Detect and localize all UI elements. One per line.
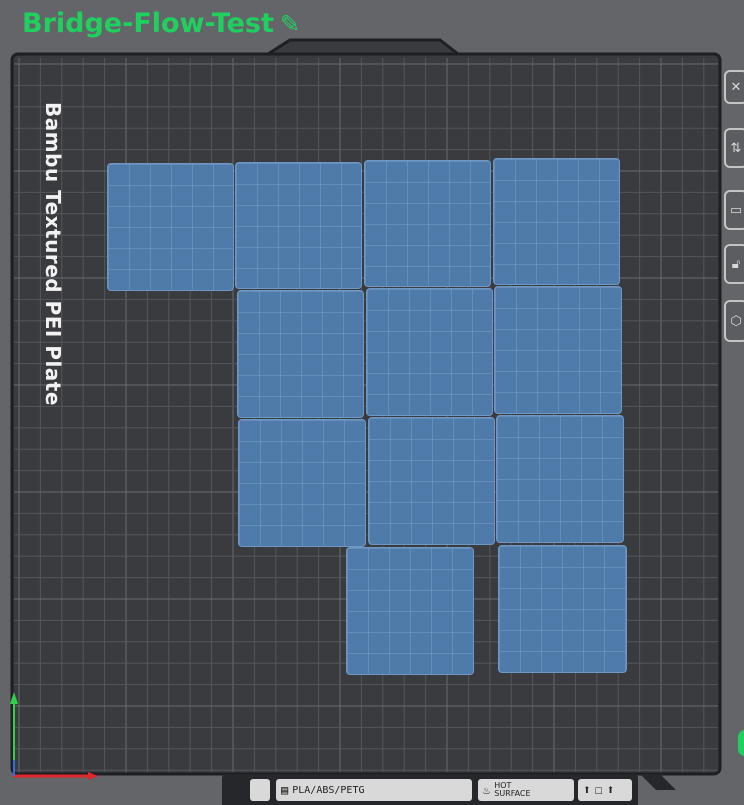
plate-bottom-right-notch bbox=[640, 774, 676, 790]
close-icon: ✕ bbox=[730, 79, 742, 95]
plate-settings-button[interactable]: ⬡ bbox=[724, 300, 744, 342]
up-arrow-icon: ⬆ bbox=[583, 782, 591, 798]
lock-icon: 🔓︎ bbox=[731, 256, 741, 272]
part-9[interactable] bbox=[368, 417, 495, 545]
heat-icon: ♨ bbox=[483, 783, 491, 797]
square-icon: ☐ bbox=[594, 782, 603, 798]
arrange-button[interactable]: ▭ bbox=[724, 190, 744, 230]
part-4[interactable] bbox=[493, 158, 620, 285]
part-11[interactable] bbox=[346, 547, 474, 675]
hot-surface-label: HOT SURFACE bbox=[494, 782, 530, 798]
hot-label-line2: SURFACE bbox=[494, 789, 531, 798]
part-12[interactable] bbox=[498, 545, 627, 673]
part-5[interactable] bbox=[237, 290, 364, 418]
orientation-chip: ⬆ ☐ ⬆ bbox=[578, 779, 632, 801]
filament-compat-chip: ▤ PLA/ABS/PETG bbox=[276, 779, 472, 801]
plate-type-label: Bambu Textured PEI Plate bbox=[41, 102, 65, 406]
part-7[interactable] bbox=[494, 286, 622, 414]
part-3[interactable] bbox=[364, 160, 491, 287]
connection-indicator bbox=[738, 730, 744, 756]
arrange-icon: ▭ bbox=[729, 202, 743, 218]
hot-surface-chip: ♨ HOT SURFACE bbox=[478, 779, 574, 801]
part-2[interactable] bbox=[235, 162, 362, 289]
part-10[interactable] bbox=[496, 415, 624, 543]
close-plate-button[interactable]: ✕ bbox=[724, 70, 744, 104]
lock-plate-button[interactable]: 🔓︎ bbox=[724, 244, 744, 284]
plate-tab bbox=[262, 38, 463, 56]
part-6[interactable] bbox=[366, 288, 493, 416]
plate-settings-icon: ⬡ bbox=[730, 313, 742, 329]
filament-label: PLA/ABS/PETG bbox=[292, 784, 365, 796]
auto-orient-icon: ⇅ bbox=[730, 140, 742, 156]
up-arrow-icon-2: ⬆ bbox=[606, 782, 615, 798]
auto-orient-button[interactable]: ⇅ bbox=[724, 128, 744, 168]
part-1[interactable] bbox=[107, 163, 234, 291]
part-8[interactable] bbox=[238, 419, 366, 547]
footer-blank-chip bbox=[250, 779, 270, 801]
filament-icon: ▤ bbox=[281, 783, 289, 797]
